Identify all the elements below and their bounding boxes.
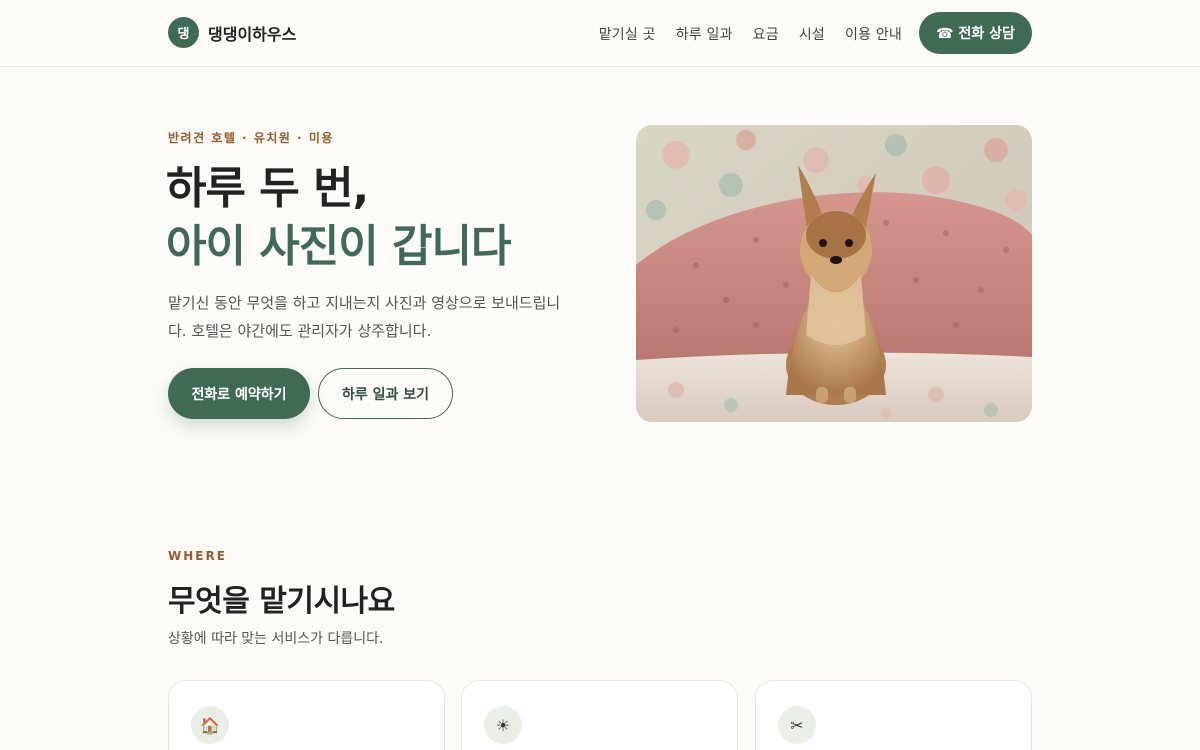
service-card-daycare[interactable]: ☀	[461, 680, 738, 750]
hero-description: 맡기신 동안 무엇을 하고 지내는지 사진과 영상으로 보내드립니다. 호텔은 …	[168, 294, 561, 340]
services-eyebrow: WHERE	[168, 549, 227, 563]
phone-consult-button[interactable]: ☎ 전화 상담	[919, 12, 1032, 54]
nav-item-guide[interactable]: 이용 안내	[845, 24, 902, 44]
logo-mark: 댕	[168, 17, 199, 48]
hero-title-line1: 하루 두 번,	[166, 163, 369, 214]
dog-photo	[636, 125, 1032, 422]
logo[interactable]: 댕 댕댕이하우스	[168, 17, 296, 48]
scissors-icon: ✂	[778, 706, 816, 744]
hero-title-line2: 아이 사진이 갑니다	[166, 221, 511, 272]
services-title: 무엇을 맡기시나요	[168, 584, 395, 619]
nav-item-places[interactable]: 맡기실 곳	[599, 24, 656, 44]
nav-item-pricing[interactable]: 요금	[753, 24, 779, 44]
house-icon: 🏠	[191, 706, 229, 744]
service-card-grooming[interactable]: ✂	[755, 680, 1032, 750]
book-by-phone-button[interactable]: 전화로 예약하기	[168, 368, 310, 419]
main-nav: 맡기실 곳 하루 일과 요금 시설 이용 안내	[599, 24, 902, 44]
hero-title: 하루 두 번, 아이 사진이 갑니다	[166, 160, 511, 276]
view-daily-routine-button[interactable]: 하루 일과 보기	[318, 368, 453, 419]
hero-eyebrow: 반려견 호텔 · 유치원 · 미용	[168, 131, 334, 145]
sun-icon: ☀	[484, 706, 522, 744]
service-card-hotel[interactable]: 🏠	[168, 680, 445, 750]
brand-name: 댕댕이하우스	[208, 24, 297, 44]
services-description: 상황에 따라 맞는 서비스가 다릅니다.	[168, 631, 384, 647]
nav-item-facilities[interactable]: 시설	[799, 24, 825, 44]
site-header: 댕 댕댕이하우스 맡기실 곳 하루 일과 요금 시설 이용 안내 ☎ 전화 상담	[0, 0, 1200, 67]
nav-item-daily-routine[interactable]: 하루 일과	[676, 24, 733, 44]
